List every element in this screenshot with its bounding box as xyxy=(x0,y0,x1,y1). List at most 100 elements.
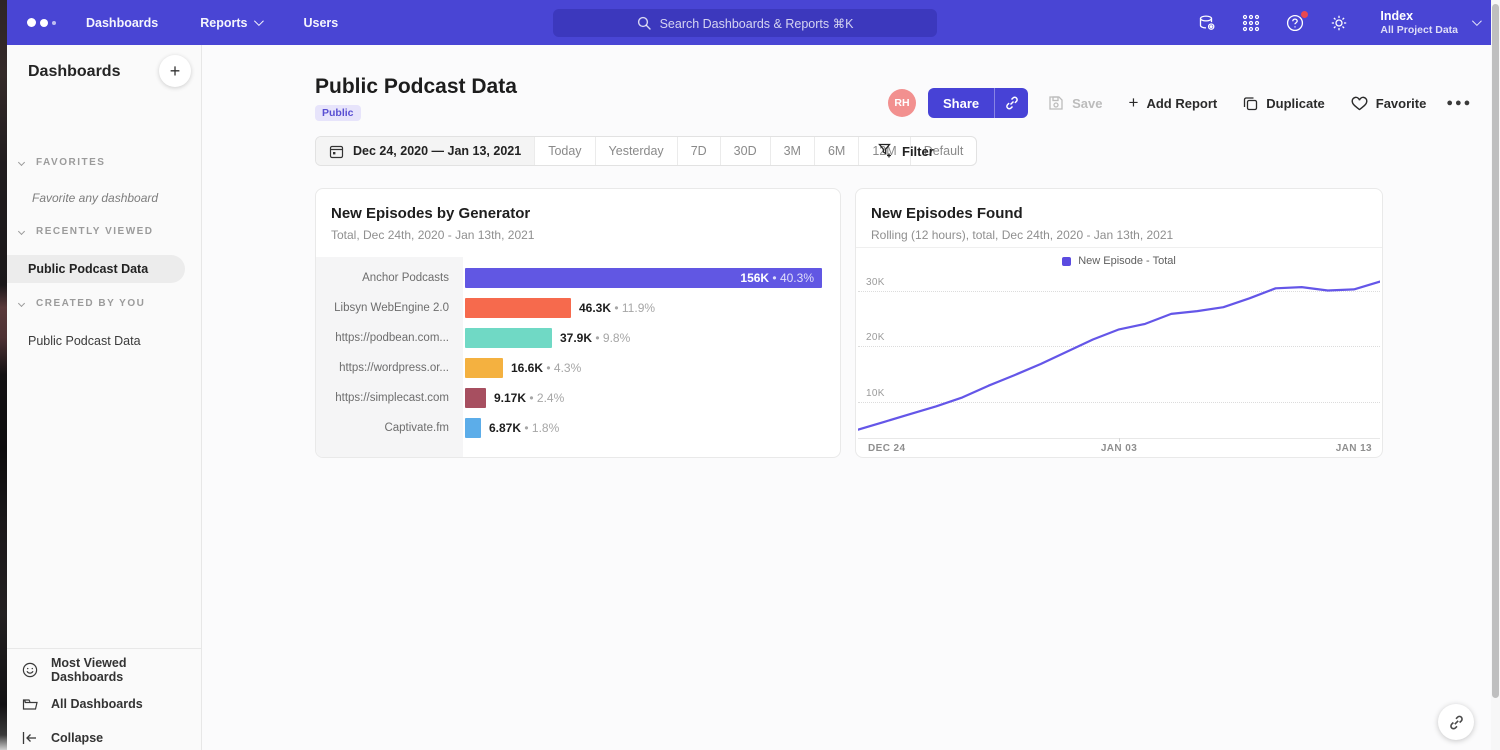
scrollbar-thumb[interactable] xyxy=(1492,4,1499,698)
bar-segment[interactable] xyxy=(465,328,552,348)
folder-icon xyxy=(22,696,38,712)
main-content: Public Podcast Data Public RH Share Save… xyxy=(202,45,1491,750)
favorite-button[interactable]: Favorite xyxy=(1351,96,1427,111)
duplicate-icon xyxy=(1243,96,1258,111)
card-subtitle: Rolling (12 hours), total, Dec 24th, 202… xyxy=(871,228,1173,242)
bar-chart: Anchor Podcasts156K • 40.3%Libsyn WebEng… xyxy=(316,257,840,457)
save-icon xyxy=(1048,95,1064,111)
x-tick-label: JAN 13 xyxy=(1336,443,1372,454)
all-dashboards-button[interactable]: All Dashboards xyxy=(7,687,201,721)
bar-segment[interactable] xyxy=(465,298,571,318)
add-dashboard-button[interactable]: + xyxy=(159,55,191,87)
x-tick-label: DEC 24 xyxy=(868,443,905,454)
bar-category-label: Anchor Podcasts xyxy=(316,272,463,284)
date-preset-today[interactable]: Today xyxy=(535,137,595,165)
chevron-down-icon xyxy=(18,300,25,307)
bar-track: 9.17K • 2.4% xyxy=(463,388,840,408)
chevron-down-icon xyxy=(18,159,25,166)
search-icon xyxy=(637,16,651,30)
settings-gear-icon[interactable] xyxy=(1328,12,1350,34)
brand-logo-icon[interactable] xyxy=(27,18,56,27)
bar-row: https://podbean.com...37.9K • 9.8% xyxy=(316,323,840,353)
sidebar-section-recently-viewed[interactable]: RECENTLY VIEWED xyxy=(7,226,201,237)
page-title: Public Podcast Data xyxy=(315,75,517,99)
sidebar-item-public-podcast-data-2[interactable]: Public Podcast Data xyxy=(7,327,141,355)
date-preset-yesterday[interactable]: Yesterday xyxy=(596,137,678,165)
sidebar-section-favorites[interactable]: FAVORITES xyxy=(7,157,201,168)
link-icon xyxy=(1448,714,1465,731)
card-new-episodes-found: New Episodes Found Rolling (12 hours), t… xyxy=(855,188,1383,458)
sidebar: Dashboards + FAVORITES Favorite any dash… xyxy=(7,45,202,750)
background-window-sliver xyxy=(0,0,7,750)
notification-badge xyxy=(1301,11,1308,18)
avatar[interactable]: RH xyxy=(888,89,916,117)
top-nav-bar: Dashboards Reports Users Search Dashboar… xyxy=(7,0,1491,45)
date-preset-30d[interactable]: 30D xyxy=(721,137,771,165)
project-switcher[interactable]: Index All Project Data xyxy=(1380,9,1479,37)
filter-button[interactable]: Filter xyxy=(878,136,934,166)
bar-category-label: https://simplecast.com xyxy=(316,392,463,404)
app-screen: Dashboards Reports Users Search Dashboar… xyxy=(0,0,1500,750)
share-button-group: Share xyxy=(928,88,1028,118)
duplicate-button[interactable]: Duplicate xyxy=(1243,96,1325,111)
bar-row: https://simplecast.com9.17K • 2.4% xyxy=(316,383,840,413)
header-actions: RH Share Save + Add Report Duplicate xyxy=(888,88,1472,118)
date-preset-7d[interactable]: 7D xyxy=(678,137,721,165)
favorites-empty-text: Favorite any dashboard xyxy=(32,191,158,205)
filter-funnel-icon xyxy=(878,143,893,159)
bar-segment[interactable] xyxy=(465,418,481,438)
card-new-episodes-by-generator: New Episodes by Generator Total, Dec 24t… xyxy=(315,188,841,458)
bar-row: Anchor Podcasts156K • 40.3% xyxy=(316,263,840,293)
bar-segment[interactable] xyxy=(465,388,486,408)
card-subtitle: Total, Dec 24th, 2020 - Jan 13th, 2021 xyxy=(331,228,534,242)
share-link-fab[interactable] xyxy=(1438,704,1474,740)
calendar-icon xyxy=(329,144,344,159)
apps-grid-icon[interactable] xyxy=(1240,12,1262,34)
bar-segment[interactable]: 156K • 40.3% xyxy=(465,268,822,288)
sidebar-section-created-by-you[interactable]: CREATED BY YOU xyxy=(7,298,201,309)
help-icon[interactable] xyxy=(1284,12,1306,34)
bar-segment[interactable] xyxy=(465,358,503,378)
nav-item-reports[interactable]: Reports xyxy=(200,16,261,30)
bar-track: 37.9K • 9.8% xyxy=(463,328,840,348)
search-placeholder: Search Dashboards & Reports ⌘K xyxy=(660,16,854,31)
sidebar-footer: Most Viewed Dashboards All Dashboards Co… xyxy=(7,648,201,750)
chevron-down-icon xyxy=(1472,16,1482,26)
date-preset-3m[interactable]: 3M xyxy=(771,137,815,165)
link-icon xyxy=(1004,95,1020,111)
page-scrollbar[interactable] xyxy=(1491,0,1500,750)
plus-icon: + xyxy=(1129,93,1139,113)
bar-track: 16.6K • 4.3% xyxy=(463,358,840,378)
add-report-button[interactable]: + Add Report xyxy=(1129,93,1218,113)
chevron-down-icon xyxy=(18,228,25,235)
share-link-button[interactable] xyxy=(994,88,1028,118)
search-input[interactable]: Search Dashboards & Reports ⌘K xyxy=(553,9,937,37)
bar-category-label: https://podbean.com... xyxy=(316,332,463,344)
bar-row: https://wordpress.or... 16.6K • 4.3% xyxy=(316,353,840,383)
card-title: New Episodes Found xyxy=(871,205,1023,222)
nav-right-group: Index All Project Data xyxy=(1196,0,1479,45)
bar-value-label: 16.6K • 4.3% xyxy=(511,361,581,375)
sidebar-item-public-podcast-data[interactable]: Public Podcast Data xyxy=(7,255,185,283)
date-preset-6m[interactable]: 6M xyxy=(815,137,859,165)
x-axis-tick xyxy=(1119,438,1120,442)
heart-icon xyxy=(1351,96,1368,111)
nav-item-users[interactable]: Users xyxy=(303,16,338,30)
project-name: Index xyxy=(1380,9,1458,25)
project-scope: All Project Data xyxy=(1380,24,1458,36)
bar-track: 6.87K • 1.8% xyxy=(463,418,840,438)
data-sources-icon[interactable] xyxy=(1196,12,1218,34)
line-chart[interactable]: 10K20K30K xyxy=(858,271,1380,438)
most-viewed-dashboards-button[interactable]: Most Viewed Dashboards xyxy=(7,653,201,687)
more-options-button[interactable]: ●●● xyxy=(1446,97,1472,109)
nav-item-dashboards[interactable]: Dashboards xyxy=(86,16,158,30)
save-button[interactable]: Save xyxy=(1048,95,1102,111)
collapse-sidebar-button[interactable]: Collapse xyxy=(7,721,201,750)
bar-category-label: Captivate.fm xyxy=(316,422,463,434)
card-title: New Episodes by Generator xyxy=(331,205,530,222)
date-range-button[interactable]: Dec 24, 2020 — Jan 13, 2021 xyxy=(316,137,535,165)
bar-category-label: https://wordpress.or... xyxy=(316,362,463,374)
bar-value-label: 6.87K • 1.8% xyxy=(489,421,559,435)
legend-swatch xyxy=(1062,257,1071,266)
share-button[interactable]: Share xyxy=(928,88,994,118)
